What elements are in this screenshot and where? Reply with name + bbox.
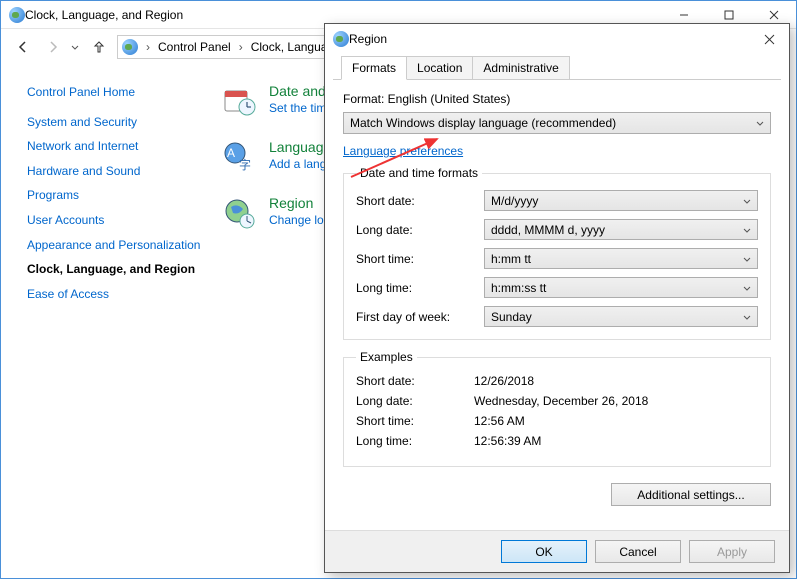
- breadcrumb-icon: [122, 39, 138, 55]
- cancel-button[interactable]: Cancel: [595, 540, 681, 563]
- tab-row: Formats Location Administrative: [333, 54, 781, 80]
- format-label: Format: English (United States): [343, 92, 771, 106]
- ex-long-date-label: Long date:: [356, 394, 474, 408]
- chevron-down-icon: [743, 310, 751, 324]
- region-dialog: Region Formats Location Administrative F…: [324, 23, 790, 573]
- ex-short-time-label: Short time:: [356, 414, 474, 428]
- tab-administrative[interactable]: Administrative: [472, 56, 569, 79]
- chevron-down-icon: [743, 252, 751, 266]
- language-preferences-link[interactable]: Language preferences: [343, 144, 463, 158]
- chevron-down-icon: [743, 223, 751, 237]
- apply-button[interactable]: Apply: [689, 540, 775, 563]
- first-day-select[interactable]: Sunday: [484, 306, 758, 327]
- ex-long-time-value: 12:56:39 AM: [474, 434, 541, 448]
- ex-long-date-value: Wednesday, December 26, 2018: [474, 394, 648, 408]
- sidebar-item-programs[interactable]: Programs: [27, 188, 201, 204]
- short-time-label: Short time:: [356, 252, 484, 266]
- history-dropdown[interactable]: [71, 40, 81, 54]
- sidebar-item-appearance[interactable]: Appearance and Personalization: [27, 238, 201, 254]
- svg-text:A: A: [227, 146, 235, 160]
- back-button[interactable]: [11, 35, 35, 59]
- control-panel-icon: [9, 7, 25, 23]
- sidebar-item-system[interactable]: System and Security: [27, 115, 201, 131]
- svg-text:字: 字: [239, 157, 251, 172]
- sidebar-item-clock[interactable]: Clock, Language, and Region: [27, 262, 201, 278]
- window-title: Clock, Language, and Region: [25, 8, 661, 22]
- chevron-right-icon[interactable]: ›: [144, 40, 152, 54]
- up-button[interactable]: [87, 35, 111, 59]
- ex-short-date-value: 12/26/2018: [474, 374, 534, 388]
- additional-settings-button[interactable]: Additional settings...: [611, 483, 771, 506]
- datetime-icon: [221, 83, 257, 119]
- sidebar-item-network[interactable]: Network and Internet: [27, 139, 201, 155]
- ex-short-date-label: Short date:: [356, 374, 474, 388]
- dialog-title: Region: [349, 32, 753, 46]
- dialog-button-row: OK Cancel Apply: [325, 530, 789, 572]
- ex-short-time-value: 12:56 AM: [474, 414, 525, 428]
- chevron-down-icon: [756, 116, 764, 130]
- chevron-right-icon[interactable]: ›: [237, 40, 245, 54]
- sidebar: Control Panel Home System and Security N…: [1, 65, 211, 578]
- region-dialog-icon: [333, 31, 349, 47]
- first-day-label: First day of week:: [356, 310, 484, 324]
- examples-group: Examples Short date: 12/26/2018 Long dat…: [343, 350, 771, 467]
- examples-legend: Examples: [356, 350, 417, 364]
- long-time-select[interactable]: h:mm:ss tt: [484, 277, 758, 298]
- datetime-formats-legend: Date and time formats: [356, 166, 482, 180]
- sidebar-item-hardware[interactable]: Hardware and Sound: [27, 164, 201, 180]
- sidebar-home[interactable]: Control Panel Home: [27, 85, 201, 101]
- short-date-select[interactable]: M/d/yyyy: [484, 190, 758, 211]
- dialog-titlebar: Region: [325, 24, 789, 54]
- tab-location[interactable]: Location: [406, 56, 473, 79]
- chevron-down-icon: [743, 281, 751, 295]
- short-date-label: Short date:: [356, 194, 484, 208]
- chevron-down-icon: [743, 194, 751, 208]
- ex-long-time-label: Long time:: [356, 434, 474, 448]
- short-time-select[interactable]: h:mm tt: [484, 248, 758, 269]
- format-dropdown[interactable]: Match Windows display language (recommen…: [343, 112, 771, 134]
- ok-button[interactable]: OK: [501, 540, 587, 563]
- format-dropdown-value: Match Windows display language (recommen…: [350, 116, 616, 130]
- forward-button[interactable]: [41, 35, 65, 59]
- region-icon: [221, 195, 257, 231]
- sidebar-item-users[interactable]: User Accounts: [27, 213, 201, 229]
- datetime-formats-group: Date and time formats Short date: M/d/yy…: [343, 166, 771, 340]
- breadcrumb-root[interactable]: Control Panel: [154, 38, 235, 56]
- dialog-close-button[interactable]: [753, 27, 785, 51]
- long-date-label: Long date:: [356, 223, 484, 237]
- language-icon: 字 A: [221, 139, 257, 175]
- long-time-label: Long time:: [356, 281, 484, 295]
- tab-content: Format: English (United States) Match Wi…: [325, 80, 789, 530]
- long-date-select[interactable]: dddd, MMMM d, yyyy: [484, 219, 758, 240]
- sidebar-item-ease[interactable]: Ease of Access: [27, 287, 201, 303]
- tab-formats[interactable]: Formats: [341, 56, 407, 80]
